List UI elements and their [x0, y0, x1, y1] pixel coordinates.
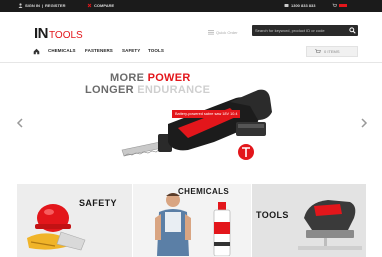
- phone-number: 1300 833 833: [291, 3, 316, 8]
- phone-link[interactable]: 1300 833 833: [284, 3, 315, 8]
- signin-link[interactable]: SIGN IN: [25, 3, 40, 8]
- tile-title-tools: TOOLS: [256, 210, 289, 220]
- logo-in: IN: [34, 25, 49, 42]
- cart-top-link[interactable]: [332, 3, 347, 8]
- worker-image: [155, 193, 191, 256]
- hero-headline-1: MORE POWER: [110, 72, 191, 84]
- logo-tools: TOOLS: [49, 30, 83, 41]
- compare-link[interactable]: COMPARE: [87, 3, 114, 8]
- product-tag[interactable]: Battery-powered sabre saw 18V 10.4: [172, 110, 241, 118]
- search-icon[interactable]: [349, 27, 356, 34]
- sabre-saw-image: [121, 89, 272, 160]
- quick-order-link[interactable]: Quick Order: [208, 30, 238, 35]
- tile-chemicals[interactable]: CHEMICALS: [133, 184, 251, 257]
- phone-icon: [284, 4, 289, 7]
- tile-tools[interactable]: TOOLS: [252, 184, 366, 257]
- basket-icon: [315, 49, 321, 54]
- cart-icon: [332, 3, 337, 7]
- nav-item-safety[interactable]: SAFETY: [122, 48, 140, 53]
- account-links: SIGN IN | REGISTER: [18, 3, 65, 8]
- user-icon: [18, 3, 23, 8]
- compare-label: COMPARE: [94, 3, 115, 8]
- category-tiles: SAFETY CHEMICALS TOOLS: [0, 184, 382, 257]
- hero-text-power: POWER: [147, 72, 191, 84]
- nav-item-fasteners[interactable]: FASTENERS: [85, 48, 113, 53]
- search-input[interactable]: [255, 26, 343, 35]
- hero-text-more: MORE: [110, 72, 145, 84]
- top-bar: SIGN IN | REGISTER COMPARE 1300 833 833: [0, 0, 382, 12]
- tile-title-safety: SAFETY: [79, 198, 117, 208]
- jigsaw-image: [298, 200, 362, 250]
- tile-safety[interactable]: SAFETY: [17, 184, 132, 257]
- chevron-right-icon[interactable]: [360, 118, 368, 128]
- nav-item-chemicals[interactable]: CHEMICALS: [48, 48, 76, 53]
- home-icon[interactable]: [33, 48, 40, 55]
- tile-title-chemicals: CHEMICALS: [178, 187, 230, 196]
- nav-item-tools[interactable]: TOOLS: [148, 48, 164, 53]
- cart-count-badge: [339, 4, 347, 7]
- search-bar: [252, 25, 358, 36]
- separator: |: [41, 3, 44, 8]
- logo[interactable]: IN TOOLS: [34, 25, 83, 42]
- cart-button[interactable]: 0 ITEMS: [306, 46, 358, 57]
- chemical-cartridge-image: [213, 202, 231, 256]
- chevron-left-icon[interactable]: [16, 118, 24, 128]
- quick-order-label: Quick Order: [216, 30, 238, 35]
- list-icon: [208, 30, 214, 35]
- register-link[interactable]: REGISTER: [45, 3, 65, 8]
- compare-icon: [87, 3, 92, 8]
- cart-label: 0 ITEMS: [324, 49, 340, 54]
